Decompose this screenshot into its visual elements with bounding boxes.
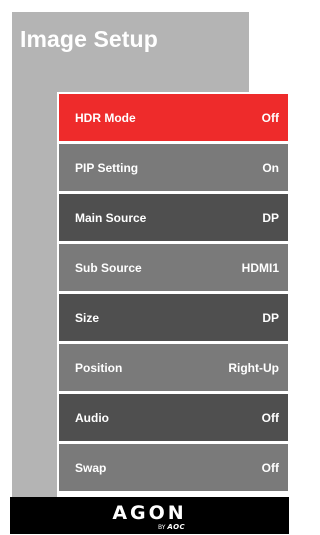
menu-item-size[interactable]: Size DP — [59, 294, 288, 341]
menu-item-value: HDMI1 — [241, 260, 279, 275]
menu-item-value: On — [262, 160, 279, 175]
menu-item-position[interactable]: Position Right-Up — [59, 344, 288, 391]
osd-menu: HDR Mode Off PIP Setting On Main Source … — [57, 92, 289, 497]
menu-item-value: Off — [261, 460, 279, 475]
menu-item-pip-setting[interactable]: PIP Setting On — [59, 144, 288, 191]
aoc-logo: BY AOC — [158, 523, 186, 531]
menu-item-label: Audio — [75, 410, 109, 425]
menu-item-value: DP — [262, 210, 279, 225]
menu-item-value: Right-Up — [228, 360, 279, 375]
menu-item-sub-source[interactable]: Sub Source HDMI1 — [59, 244, 288, 291]
menu-item-label: Position — [75, 360, 123, 375]
menu-item-label: Sub Source — [75, 260, 142, 275]
menu-item-swap[interactable]: Swap Off — [59, 444, 288, 491]
menu-item-label: Swap — [75, 460, 107, 475]
menu-item-label: HDR Mode — [75, 110, 136, 125]
menu-item-audio[interactable]: Audio Off — [59, 394, 288, 441]
brand-footer: AGON BY AOC — [10, 497, 289, 534]
menu-item-value: DP — [262, 310, 279, 325]
menu-item-hdr-mode[interactable]: HDR Mode Off — [59, 94, 288, 141]
menu-item-label: Main Source — [75, 210, 147, 225]
menu-item-main-source[interactable]: Main Source DP — [59, 194, 288, 241]
menu-item-label: Size — [75, 310, 100, 325]
page-title: Image Setup — [20, 26, 158, 52]
menu-item-label: PIP Setting — [75, 160, 139, 175]
menu-item-value: Off — [261, 410, 279, 425]
menu-item-value: Off — [261, 110, 279, 125]
agon-logo: AGON — [112, 502, 187, 524]
